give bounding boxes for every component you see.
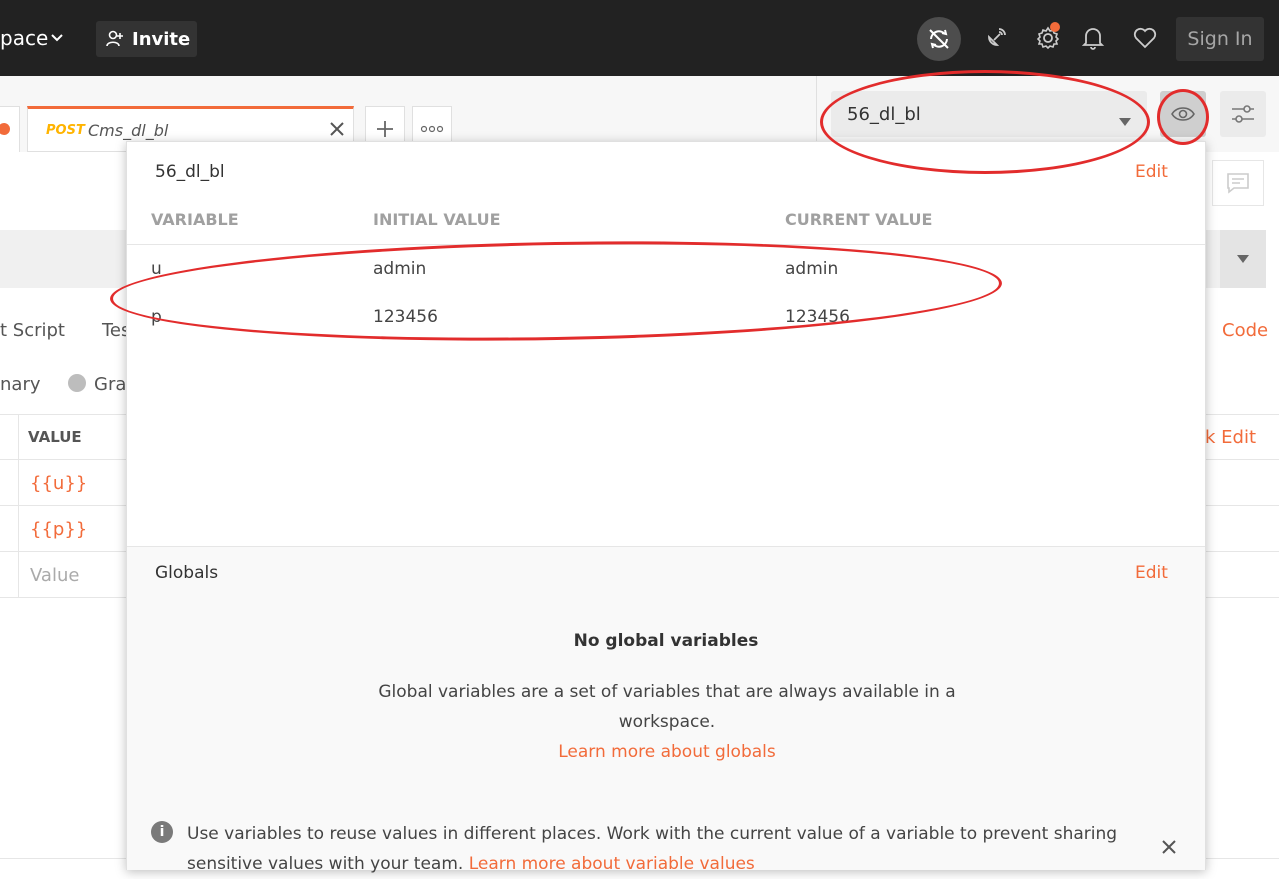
variable-column-header: VARIABLE <box>151 210 239 229</box>
plus-icon <box>377 121 393 137</box>
info-text: Use variables to reuse values in differe… <box>187 819 1127 879</box>
empty-state-title: No global variables <box>573 631 759 651</box>
manage-environments-button[interactable] <box>1220 91 1266 137</box>
learn-more-globals-link[interactable]: Learn more about globals <box>558 742 776 762</box>
code-link[interactable]: Code <box>1222 320 1268 341</box>
environment-name: 56_dl_bl <box>155 162 225 182</box>
heart-icon <box>1133 27 1157 49</box>
column-divider <box>18 414 19 598</box>
environment-quick-look-button[interactable] <box>1160 91 1206 137</box>
notifications-button[interactable] <box>1071 16 1115 60</box>
variable-name: u <box>151 259 162 279</box>
eye-icon <box>1171 107 1195 121</box>
graphql-radio[interactable] <box>68 374 86 392</box>
globals-section: Globals Edit No global variables Global … <box>127 546 1205 874</box>
notification-dot <box>1050 22 1060 32</box>
current-value-column-header: CURRENT VALUE <box>785 210 933 229</box>
initial-value-column-header: INITIAL VALUE <box>373 210 501 229</box>
satellite-icon <box>988 28 1006 46</box>
param-value-placeholder[interactable]: Value <box>30 565 79 586</box>
environment-quick-look-popover: 56_dl_bl Edit VARIABLE INITIAL VALUE CUR… <box>126 141 1206 874</box>
caret-down-icon <box>1237 255 1249 263</box>
add-user-icon <box>106 30 123 47</box>
variable-current-value[interactable]: 123456 <box>785 307 850 327</box>
sync-button[interactable] <box>917 17 961 61</box>
sync-off-icon <box>929 29 949 49</box>
send-options-button[interactable] <box>1220 230 1266 288</box>
satellite-button[interactable] <box>974 16 1018 60</box>
environment-select[interactable]: 56_dl_bl <box>831 91 1147 137</box>
invite-label: Invite <box>132 28 191 50</box>
info-icon: i <box>151 821 173 843</box>
globals-title: Globals <box>155 563 219 583</box>
globals-description: Global variables are a set of variables … <box>378 682 956 732</box>
tab-pre-request-script[interactable]: t Script <box>0 320 65 341</box>
divider <box>127 244 1205 245</box>
caret-down-icon <box>1119 110 1131 131</box>
param-value[interactable]: {{p}} <box>30 519 87 540</box>
environment-selected: 56_dl_bl <box>847 103 921 125</box>
tab-title: Cms_dl_bl <box>88 121 169 140</box>
value-column-header: VALUE <box>28 428 82 446</box>
body-option-binary[interactable]: nary <box>0 374 41 395</box>
comments-button[interactable] <box>1212 160 1264 206</box>
sign-in-button[interactable]: Sign In <box>1176 17 1264 61</box>
chevron-down-icon[interactable] <box>50 30 64 49</box>
variable-current-value[interactable]: admin <box>785 259 838 279</box>
more-icon <box>420 125 444 133</box>
close-icon[interactable] <box>1161 839 1177 859</box>
bulk-edit-link[interactable]: lk Edit <box>1200 427 1256 448</box>
bell-icon <box>1081 28 1105 50</box>
variable-name: p <box>151 307 162 327</box>
settings-button[interactable] <box>1026 16 1070 60</box>
sliders-icon <box>1232 105 1254 123</box>
close-icon[interactable] <box>329 121 345 141</box>
body-option-graphql[interactable]: Gra <box>94 374 126 395</box>
edit-globals-link[interactable]: Edit <box>1135 563 1168 583</box>
top-bar: pace Invite Sign In <box>0 0 1279 76</box>
learn-more-variables-link[interactable]: Learn more about variable values <box>469 854 755 874</box>
edit-environment-link[interactable]: Edit <box>1135 162 1168 182</box>
empty-state-description: Global variables are a set of variables … <box>377 677 957 767</box>
variable-initial-value: admin <box>373 259 427 279</box>
workspace-name[interactable]: pace <box>0 26 48 50</box>
favorite-button[interactable] <box>1123 16 1167 60</box>
invite-button[interactable]: Invite <box>96 21 197 57</box>
request-method: POST <box>46 123 85 138</box>
comment-icon <box>1227 173 1249 194</box>
variable-initial-value: 123456 <box>373 307 438 327</box>
param-value[interactable]: {{u}} <box>30 473 87 494</box>
